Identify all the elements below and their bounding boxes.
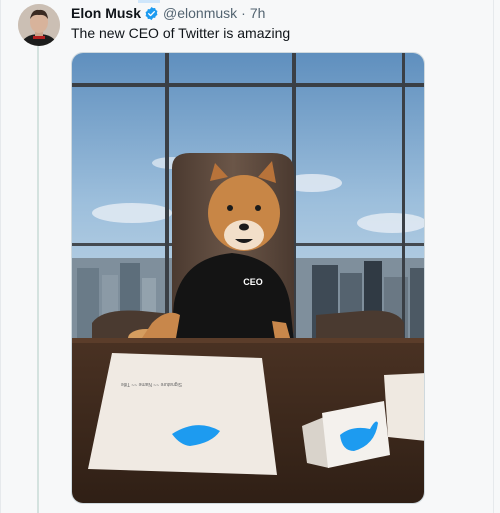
timeline-border-right [493, 0, 494, 513]
verified-badge-icon [145, 6, 158, 20]
header-separator: · [241, 5, 246, 21]
paper-printed-text: Signature ~~ Name ~~ Title [121, 381, 182, 387]
tweet-text: The new CEO of Twitter is amazing [71, 25, 291, 41]
thread-line [37, 46, 39, 513]
tweet-page: Elon Musk @elonmusk · 7h The new CEO of … [0, 0, 500, 513]
hoodie-ceo-text: CEO [243, 277, 263, 287]
tweet-timestamp[interactable]: 7h [250, 4, 266, 22]
photo-dog-ceo: CEO Signature ~~ Name ~~ Title [72, 53, 424, 503]
author-handle[interactable]: @elonmusk [163, 4, 237, 22]
timeline-border-left [0, 0, 1, 513]
tweet-media-photo[interactable]: CEO Signature ~~ Name ~~ Title [71, 52, 425, 504]
author-name[interactable]: Elon Musk [71, 4, 141, 22]
avatar[interactable] [18, 4, 60, 46]
avatar-image [18, 4, 60, 46]
tweet-header: Elon Musk @elonmusk · 7h [71, 4, 265, 22]
top-highlight-strip [138, 0, 160, 3]
